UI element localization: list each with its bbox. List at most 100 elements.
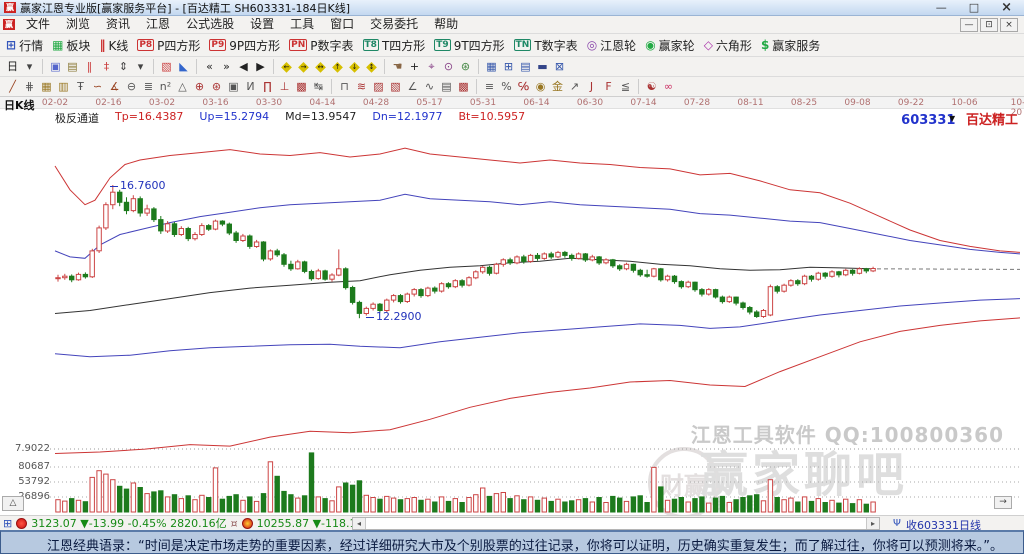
wave-tool[interactable]: ≋ [353,78,370,95]
pane-expand-button[interactable]: △ [2,496,24,511]
zigzag-tool[interactable]: И [242,78,259,95]
rectangle-tool[interactable]: ⊓ [336,78,353,95]
price-grid-tool[interactable]: ▩ [293,78,310,95]
arrow-mark-tool[interactable]: ↗ [566,78,583,95]
gann-fan-down-tool[interactable]: ⊥ [276,78,293,95]
menu-item-7[interactable]: 工具 [282,16,322,33]
diamond-left-button[interactable]: ◆ ← [279,59,294,75]
fixed-line-tool[interactable]: Ŧ [72,78,89,95]
scale-button[interactable]: ⇕ [115,58,132,75]
spiral-tool[interactable]: ∽ [89,78,106,95]
percent-tool[interactable]: % [498,78,515,95]
save-button[interactable]: ▬ [534,58,551,75]
menu-item-10[interactable]: 帮助 [426,16,466,33]
diamond-down-button[interactable]: ◆ ↓ [347,59,362,75]
parallel-lines-tool[interactable]: ⋕ [21,78,38,95]
calculator-button[interactable]: ⊞ [500,58,517,75]
t-square-button[interactable]: T8 T四方形 [362,37,425,54]
hand-tool-button[interactable]: ☚ [389,58,406,75]
circle-cross-tool[interactable]: ⊕ [191,78,208,95]
kline-button[interactable]: ‖ K线 [99,37,128,54]
menu-item-8[interactable]: 窗口 [322,16,362,33]
diamond-hmove-button[interactable]: ◆ ↔ [313,59,328,75]
golden-circle-tool[interactable]: ◉ [532,78,549,95]
frame-tool[interactable]: ▣ [225,78,242,95]
diamond-right-button[interactable]: ◆ → [296,59,311,75]
t-number-table-button[interactable]: TN T数字表 [513,37,578,54]
close-button[interactable]: × [1001,0,1012,15]
shaded-grid-tool[interactable]: ▨ [370,78,387,95]
child-minimize-button[interactable]: — [960,17,978,32]
cycle-wave-tool[interactable]: ∿ [421,78,438,95]
settings-wheel-button[interactable]: ⊛ [457,58,474,75]
menu-item-2[interactable]: 浏览 [58,16,98,33]
menu-item-6[interactable]: 设置 [242,16,282,33]
child-close-button[interactable]: × [1000,17,1018,32]
prev-bar-button[interactable]: ◀ [235,58,252,75]
volume-scroll-button[interactable]: → [994,496,1012,509]
menu-item-9[interactable]: 交易委托 [362,16,426,33]
menu-item-4[interactable]: 江恩 [138,16,178,33]
flag-button[interactable]: ◣ [175,58,192,75]
trend-line-tool[interactable]: ╱ [4,78,21,95]
channel-indicator-button[interactable]: ▧ [158,58,175,75]
calendar-button[interactable]: ▦ [483,58,500,75]
diamond-up-button[interactable]: ◆ ↑ [330,59,345,75]
quote-board-icon[interactable]: ⊞ [3,517,12,530]
ellipse-tool[interactable]: ⊖ [123,78,140,95]
child-restore-button[interactable]: ⊡ [980,17,998,32]
kline-style2-button[interactable]: ‡ [98,58,115,75]
first-page-button[interactable]: « [201,58,218,75]
quotes-button[interactable]: ⊞ 行情 [6,37,43,54]
angle-line-tool[interactable]: ∠ [404,78,421,95]
level-mark-tool[interactable]: ≦ [617,78,634,95]
style-button[interactable]: ▣ [47,58,64,75]
gann-box-tool[interactable]: ▦ [38,78,55,95]
dense-grid-tool[interactable]: ▩ [455,78,472,95]
sectors-button[interactable]: ▦ 板块 [52,37,90,54]
maximize-button[interactable]: □ [969,1,979,15]
scale-dropdown-arrow[interactable]: ▾ [132,58,149,75]
retracement-tool[interactable]: ↹ [310,78,327,95]
square-of-nine-tool[interactable]: n² [157,78,174,95]
crosshair-button[interactable]: + [406,58,423,75]
kline-chart-canvas[interactable] [0,97,1024,515]
percent-lines-tool[interactable]: ℅ [515,78,532,95]
triangle-tool[interactable]: △ [174,78,191,95]
f-line-tool[interactable]: F [600,78,617,95]
taiji-tool[interactable]: ☯ [643,78,660,95]
golden-section-tool[interactable]: 金 [549,78,566,95]
diamond-vmove-button[interactable]: ◆ ↕ [364,59,379,75]
p-number-table-button[interactable]: PN P数字表 [289,37,354,54]
zoom-button[interactable]: ⊙ [440,58,457,75]
j-line-tool[interactable]: J [583,78,600,95]
notes-button[interactable]: ▤ [517,58,534,75]
period-day-selector[interactable]: 日 [4,58,21,75]
p-square-button[interactable]: P8 P四方形 [137,37,200,54]
scroll-right-arrow[interactable]: ▸ [866,518,879,529]
gann-wheel-button[interactable]: ◎ 江恩轮 [587,37,637,54]
period-dropdown-arrow[interactable]: ▾ [21,58,38,75]
angle-measure-tool[interactable]: ∡ [106,78,123,95]
radial-fan-tool[interactable]: ⊛ [208,78,225,95]
time-ruler-tool[interactable]: ≣ [140,78,157,95]
horizontal-scrollbar[interactable]: ◂ ▸ [352,517,880,530]
t9-square-button[interactable]: T9 9T四方形 [434,37,505,54]
infinity-tool[interactable]: ∞ [660,78,677,95]
horizontal-grid-tool[interactable]: ▤ [438,78,455,95]
menu-item-3[interactable]: 资讯 [98,16,138,33]
next-bar-button[interactable]: ▶ [252,58,269,75]
kline-style-button[interactable]: ‖ [81,58,98,75]
print-button[interactable]: ⊠ [551,58,568,75]
winner-wheel-button[interactable]: ◉ 赢家轮 [645,37,695,54]
gann-grid-tool[interactable]: ▥ [55,78,72,95]
fib-levels-tool[interactable]: ≡ [481,78,498,95]
hexagon-button[interactable]: ◇ 六角形 [704,37,752,54]
scroll-left-arrow[interactable]: ◂ [353,518,366,529]
winner-service-button[interactable]: $ 赢家服务 [761,37,820,54]
p9-square-button[interactable]: P9 9P四方形 [209,37,280,54]
gann-fan-up-tool[interactable]: ∏ [259,78,276,95]
last-page-button[interactable]: » [218,58,235,75]
board-button[interactable]: ▤ [64,58,81,75]
minimize-button[interactable]: — [936,1,947,15]
